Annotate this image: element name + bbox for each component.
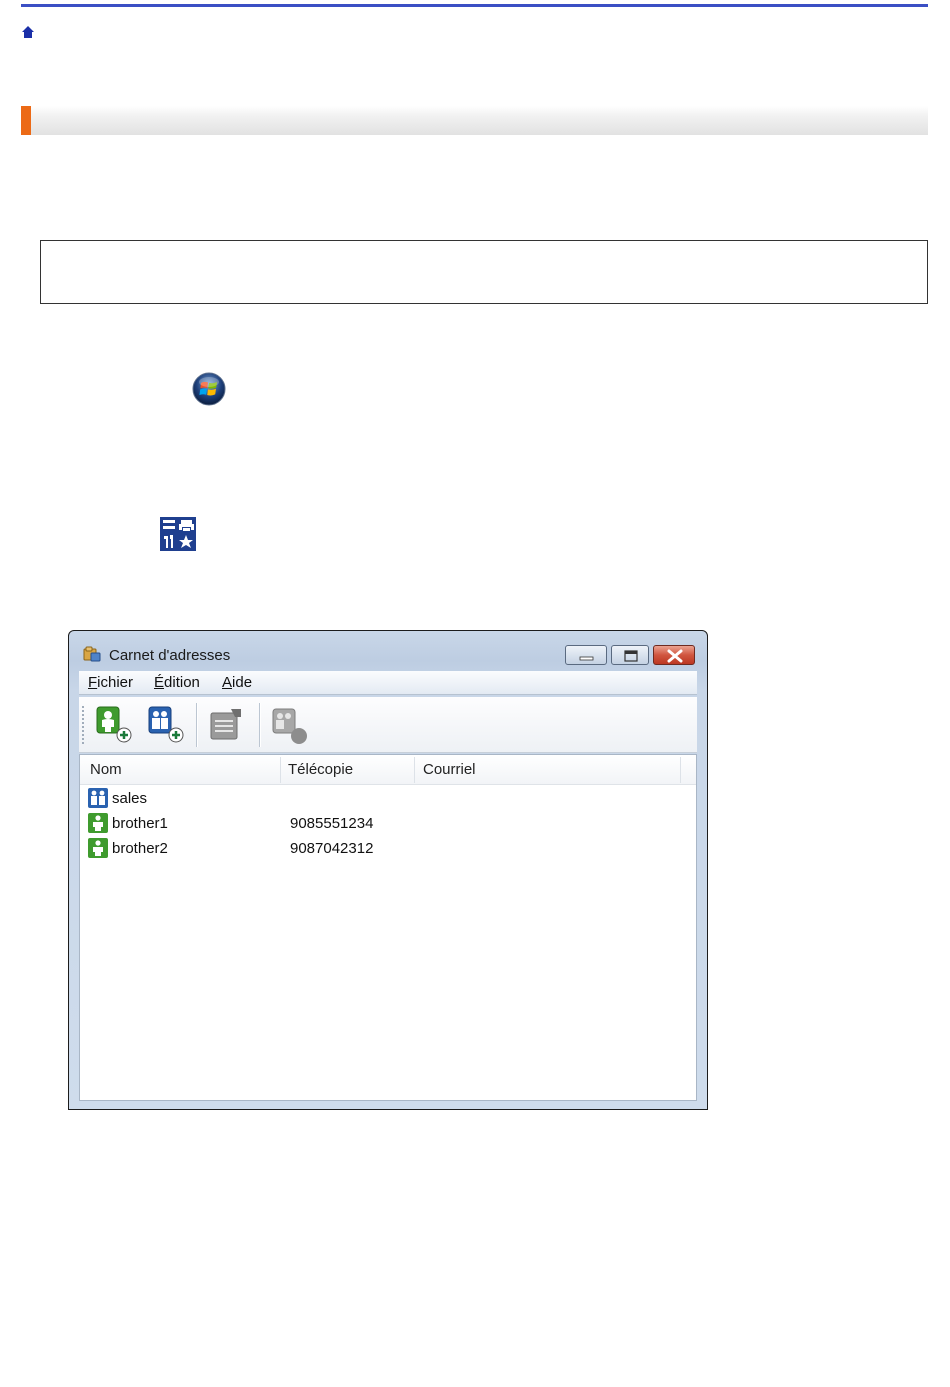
title-bar[interactable]: Carnet d'adresses <box>69 631 707 669</box>
edit-icon[interactable] <box>207 705 247 747</box>
column-courriel[interactable]: Courriel <box>423 761 476 778</box>
list-item[interactable]: sales <box>86 787 686 811</box>
contact-fax: 9087042312 <box>290 840 374 857</box>
menu-edition[interactable]: Édition <box>154 674 200 691</box>
note-box <box>40 240 928 304</box>
list-item[interactable]: brother2 9087042312 <box>86 837 686 861</box>
column-divider[interactable] <box>414 757 415 783</box>
menu-bar: Fichier Édition Aide <box>79 671 697 695</box>
contact-fax: 9085551234 <box>290 815 374 832</box>
contact-name: brother1 <box>112 815 168 832</box>
list-item[interactable]: brother1 9085551234 <box>86 812 686 836</box>
group-icon <box>88 788 108 808</box>
menu-aide[interactable]: Aide <box>222 674 252 691</box>
section-accent <box>21 106 31 135</box>
address-book-icon <box>83 646 101 662</box>
close-icon <box>667 649 683 663</box>
toolbar-grip[interactable] <box>82 705 84 745</box>
contact-icon <box>88 813 108 833</box>
address-book-window: Carnet d'adresses Fichier Édition Aide N… <box>68 630 708 1110</box>
column-divider[interactable] <box>280 757 281 783</box>
add-group-icon[interactable] <box>147 705 187 747</box>
section-header <box>21 106 928 135</box>
maximize-button[interactable] <box>611 645 649 665</box>
toolbar <box>79 697 697 753</box>
menu-fichier[interactable]: Fichier <box>88 674 133 691</box>
minimize-button[interactable] <box>565 645 607 665</box>
top-rule <box>21 4 928 7</box>
maximize-icon <box>624 650 638 662</box>
delete-icon[interactable] <box>269 705 309 747</box>
brother-utilities-icon <box>160 517 196 551</box>
home-icon[interactable] <box>21 25 35 39</box>
toolbar-separator <box>196 703 197 747</box>
contact-name: brother2 <box>112 840 168 857</box>
contact-list[interactable]: Nom Télécopie Courriel sales brother1 90… <box>79 754 697 1101</box>
list-header: Nom Télécopie Courriel <box>80 755 696 785</box>
toolbar-separator <box>259 703 260 747</box>
column-nom[interactable]: Nom <box>90 761 122 778</box>
close-button[interactable] <box>653 645 695 665</box>
column-telecopie[interactable]: Télécopie <box>288 761 353 778</box>
window-title: Carnet d'adresses <box>109 647 231 664</box>
minimize-icon <box>579 656 594 661</box>
windows-start-icon <box>192 372 226 406</box>
contact-name: sales <box>112 790 148 807</box>
contact-icon <box>88 838 108 858</box>
add-contact-icon[interactable] <box>95 705 135 747</box>
column-divider[interactable] <box>680 757 681 783</box>
